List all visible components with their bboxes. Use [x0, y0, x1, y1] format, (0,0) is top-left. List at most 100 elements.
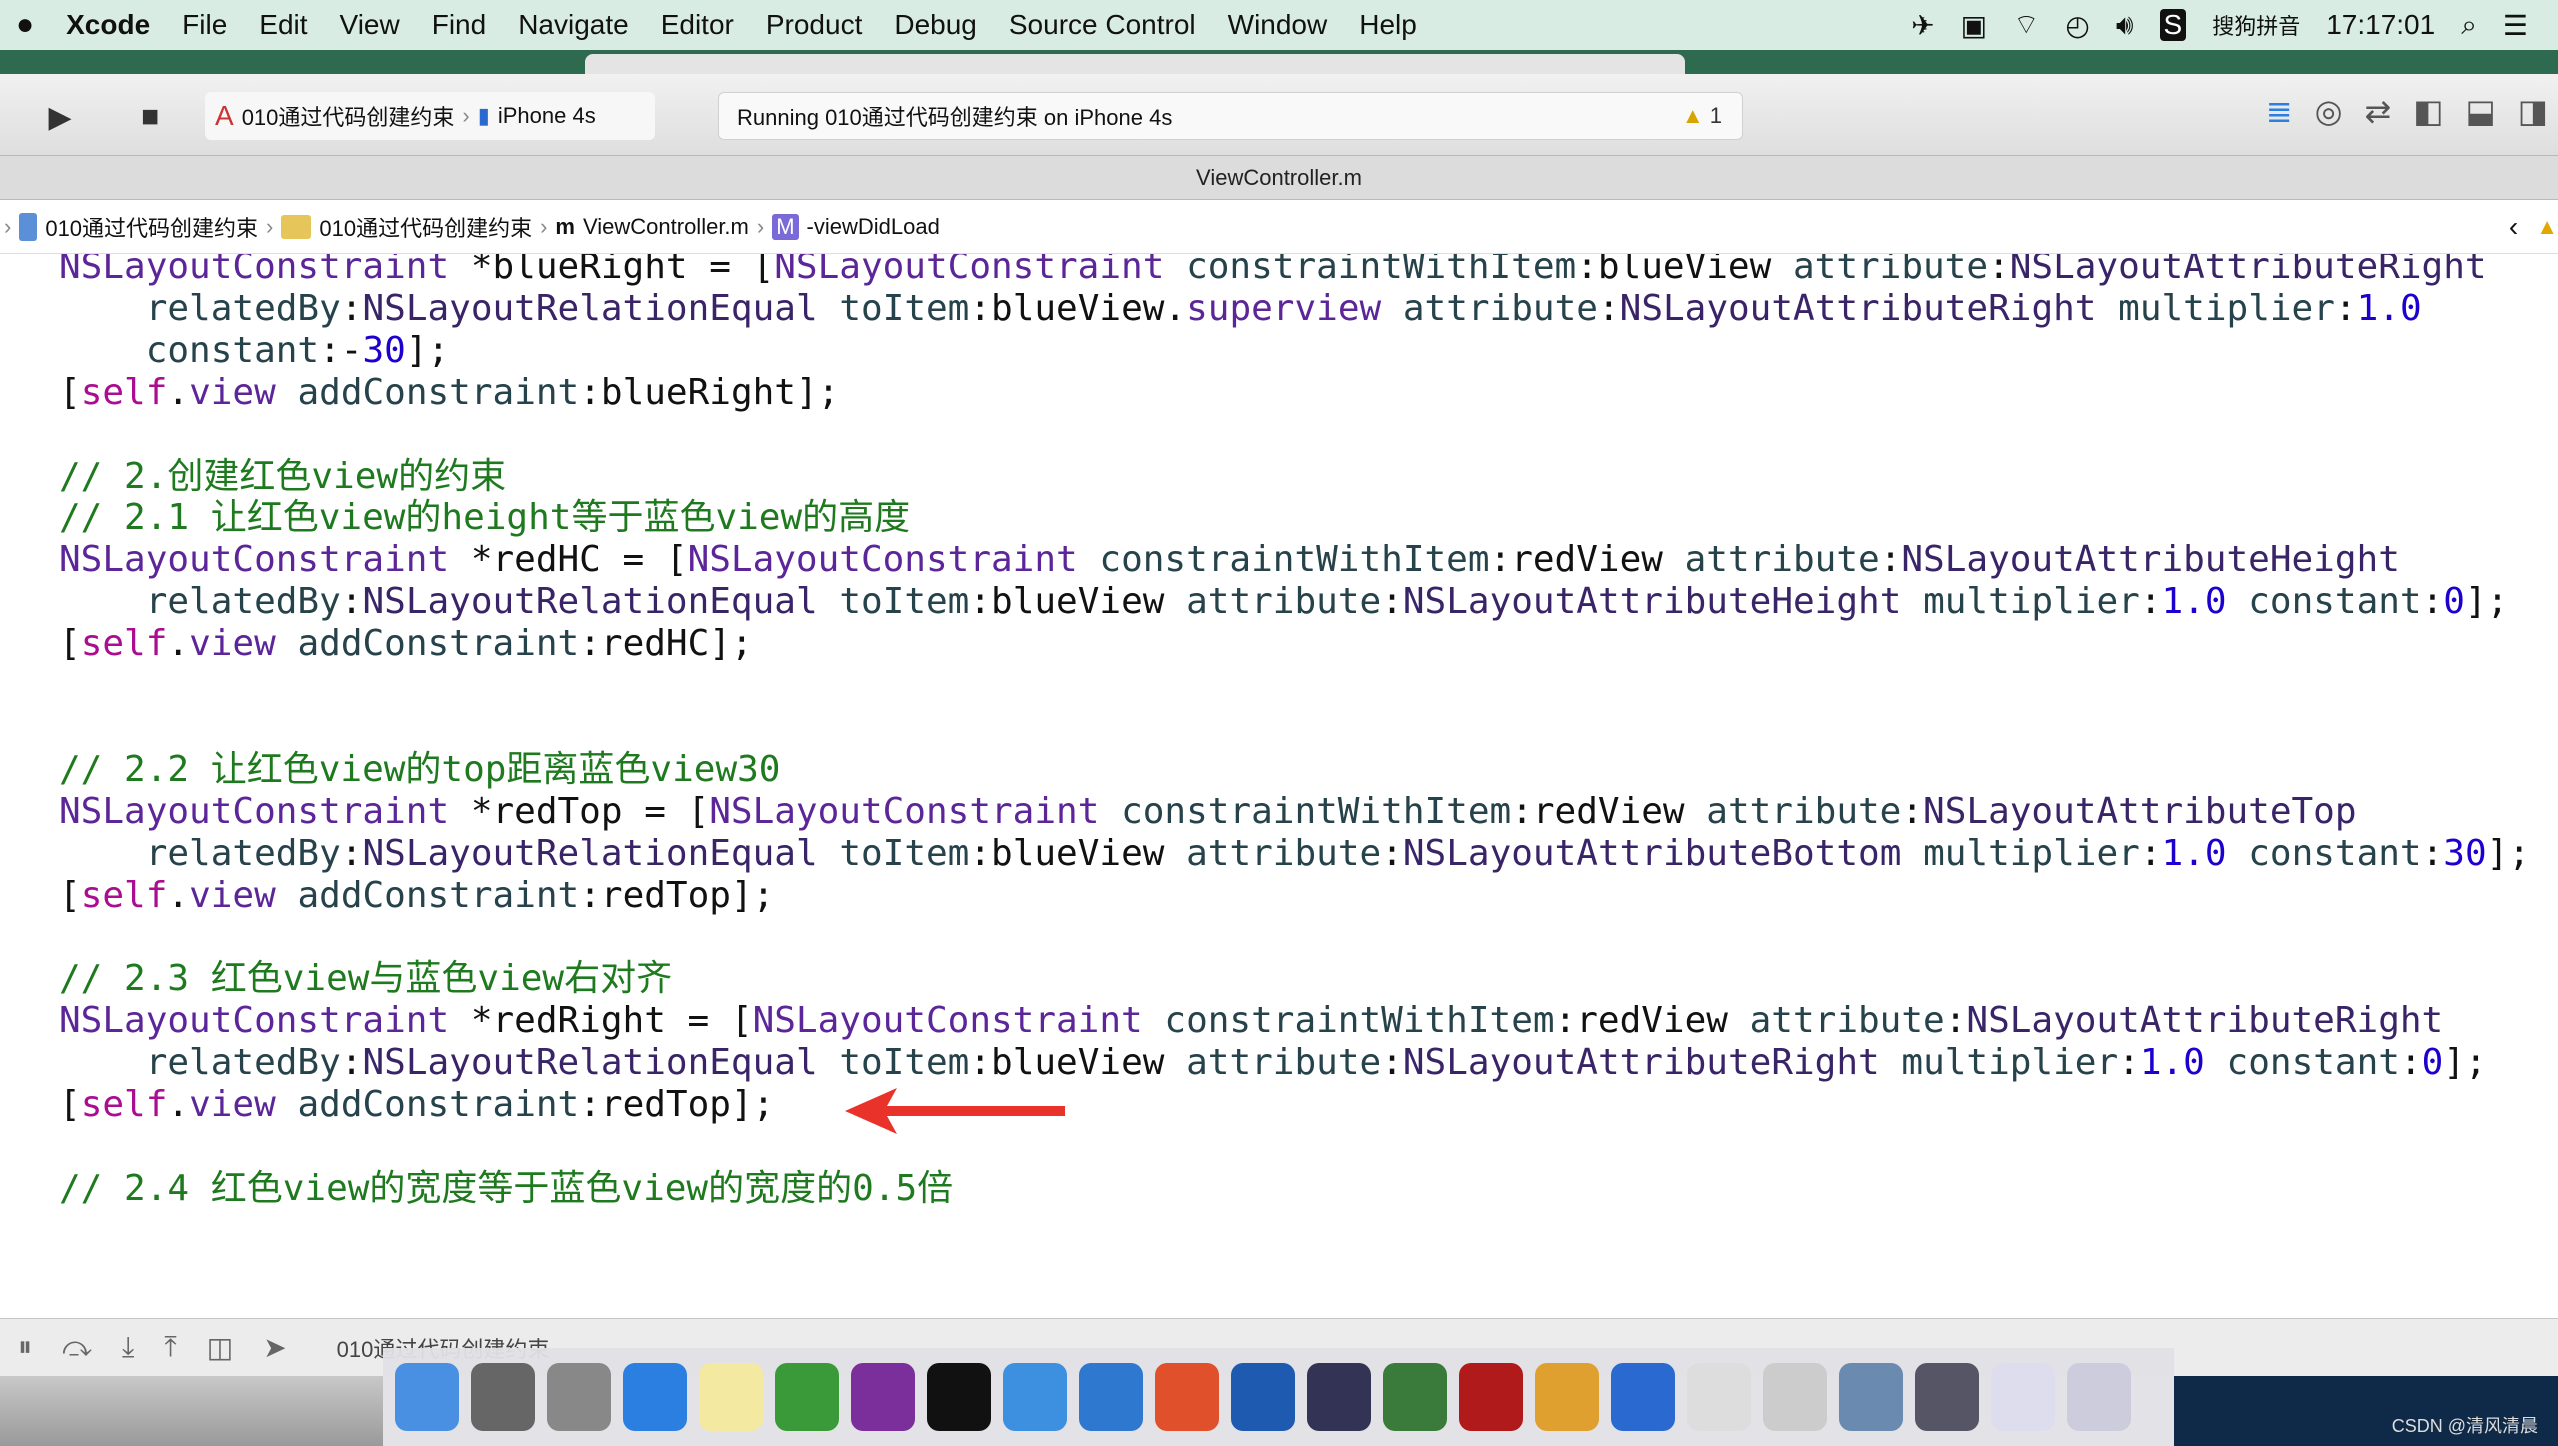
input-method-icon[interactable]: S [2159, 9, 2187, 41]
finder-icon[interactable] [395, 1363, 459, 1431]
scissors-tool-icon[interactable] [1231, 1363, 1295, 1431]
textedit-icon[interactable] [1687, 1363, 1751, 1431]
chevron-left-icon[interactable]: ‹ [2509, 211, 2518, 243]
terminal-icon[interactable] [927, 1363, 991, 1431]
code-token: toItem [839, 1042, 970, 1084]
preview-icon[interactable] [1079, 1363, 1143, 1431]
time-machine-icon[interactable]: ◴ [2065, 9, 2089, 42]
code-token: 1.0 [2356, 287, 2422, 329]
menu-navigate[interactable]: Navigate [502, 9, 645, 41]
downloads-icon[interactable] [1991, 1363, 2055, 1431]
notes-icon[interactable] [699, 1363, 763, 1431]
clock[interactable]: 17:17:01 [2326, 9, 2435, 41]
code-token: relatedBy [145, 287, 341, 329]
toolbar: ▶ ■ A 010通过代码创建约束 › ▮ iPhone 4s Running … [0, 74, 2558, 156]
chevron-right-icon[interactable]: › [4, 214, 11, 240]
code-token: constant [2226, 1042, 2400, 1084]
code-token: constraintWithItem [1099, 539, 1490, 581]
code-token: NSLayoutConstraint [752, 1000, 1143, 1042]
version-editor-icon[interactable]: ⇄ [2364, 92, 2391, 130]
input-method-label[interactable]: 搜狗拼音 [2212, 9, 2300, 41]
step-over-icon[interactable]: ⤼ [62, 1331, 92, 1364]
menu-find[interactable]: Find [416, 9, 502, 41]
apple-icon[interactable]: ● [0, 8, 50, 42]
breadcrumb-file[interactable]: ViewController.m [583, 214, 749, 240]
launchpad-icon[interactable] [547, 1363, 611, 1431]
breadcrumb-group[interactable]: 010通过代码创建约束 [319, 211, 532, 243]
menu-product[interactable]: Product [750, 9, 879, 41]
standard-editor-icon[interactable]: ≣ [2266, 92, 2293, 130]
code-token: toItem [839, 581, 970, 623]
view-debugger-icon[interactable]: ◫ [207, 1331, 233, 1364]
app-icon: A [215, 100, 234, 131]
stop-button[interactable]: ■ [130, 94, 170, 140]
menu-edit[interactable]: Edit [243, 9, 323, 41]
editor-tab[interactable]: ViewController.m [0, 156, 2558, 200]
menu-debug[interactable]: Debug [878, 9, 993, 41]
powerpoint-icon[interactable] [1155, 1363, 1219, 1431]
breadcrumb-method[interactable]: -viewDidLoad [807, 214, 940, 240]
menu-window[interactable]: Window [1212, 9, 1344, 41]
excel-icon[interactable] [775, 1363, 839, 1431]
code-line: NSLayoutConstraint *redRight = [NSLayout… [59, 1000, 2444, 1042]
code-token: addConstraint [297, 874, 580, 916]
font-book-icon[interactable] [1763, 1363, 1827, 1431]
screen-record-icon[interactable]: ▣ [1961, 9, 1987, 42]
wifi-icon[interactable]: ⌔ [2013, 8, 2039, 43]
code-token: constant [2248, 581, 2422, 623]
xcode-icon[interactable] [1003, 1363, 1067, 1431]
run-button[interactable]: ▶ [40, 94, 80, 140]
code-token: attribute [1402, 287, 1598, 329]
code-token: NSLayoutConstraint [687, 539, 1078, 581]
menu-help[interactable]: Help [1343, 9, 1433, 41]
code-line: [self.view addConstraint:redTop]; [59, 1084, 775, 1126]
play-icon: ▶ [48, 100, 72, 134]
image-capture-icon[interactable] [1839, 1363, 1903, 1431]
step-into-icon[interactable]: ⤓ [122, 1331, 134, 1364]
menu-file[interactable]: File [166, 9, 243, 41]
remote-desktop-icon[interactable] [1915, 1363, 1979, 1431]
notification-center-icon[interactable]: ☰ [2503, 9, 2528, 42]
photo-slideshow-icon[interactable] [1307, 1363, 1371, 1431]
code-token: addConstraint [297, 623, 580, 665]
code-line: [self.view addConstraint:redTop]; [59, 874, 775, 916]
menu-app-xcode[interactable]: Xcode [50, 9, 166, 41]
airplane-icon[interactable]: ✈ [1911, 9, 1934, 42]
onenote-icon[interactable] [851, 1363, 915, 1431]
network-tool-icon[interactable] [1383, 1363, 1447, 1431]
menu-editor[interactable]: Editor [645, 9, 750, 41]
code-line: NSLayoutConstraint *blueRight = [NSLayou… [59, 254, 2539, 288]
warning-badge[interactable]: ▲ 1 [1682, 103, 1722, 129]
breadcrumb-project[interactable]: 010通过代码创建约束 [45, 211, 258, 243]
warning-icon[interactable]: ▲ [2536, 214, 2558, 240]
code-editor[interactable]: NSLayoutConstraint *blueRight = [NSLayou… [59, 254, 2539, 1318]
code-token: NSLayoutConstraint [59, 790, 450, 832]
code-token: NSLayoutConstraint [59, 254, 450, 287]
safari-icon[interactable] [623, 1363, 687, 1431]
scheme-selector[interactable]: A 010通过代码创建约束 › ▮ iPhone 4s [205, 92, 655, 140]
code-token: NSLayoutConstraint [774, 254, 1165, 287]
code-token: attribute [1684, 539, 1880, 581]
assistant-editor-icon[interactable]: ◎ [2315, 92, 2343, 130]
pause-icon[interactable]: ⏸ [18, 1331, 32, 1364]
code-comment: // 2.2 让红色view的top距离蓝色view30 [59, 748, 781, 790]
utilities-toggle-icon[interactable]: ◨ [2518, 92, 2548, 130]
code-line: // 2.4 红色view的宽度等于蓝色view的宽度的0.5倍 [59, 1168, 2539, 1210]
menu-source-control[interactable]: Source Control [993, 9, 1212, 41]
menu-view[interactable]: View [324, 9, 416, 41]
location-icon[interactable]: ➤ [263, 1331, 286, 1364]
filezilla-icon[interactable] [1459, 1363, 1523, 1431]
navigator-toggle-icon[interactable]: ◧ [2413, 92, 2443, 130]
volume-icon[interactable]: 🔊︎ [2116, 9, 2134, 42]
trash-icon[interactable] [2067, 1363, 2131, 1431]
arrow-shape [845, 1088, 1065, 1134]
step-out-icon[interactable]: ⤒ [164, 1331, 176, 1364]
code-token: self [80, 371, 168, 413]
system-preferences-icon[interactable] [471, 1363, 535, 1431]
sketch-tool-icon[interactable] [1535, 1363, 1599, 1431]
word-icon[interactable] [1611, 1363, 1675, 1431]
spotlight-icon[interactable]: ⌕ [2461, 9, 2477, 42]
debug-area-toggle-icon[interactable]: ⬓ [2466, 92, 2496, 130]
